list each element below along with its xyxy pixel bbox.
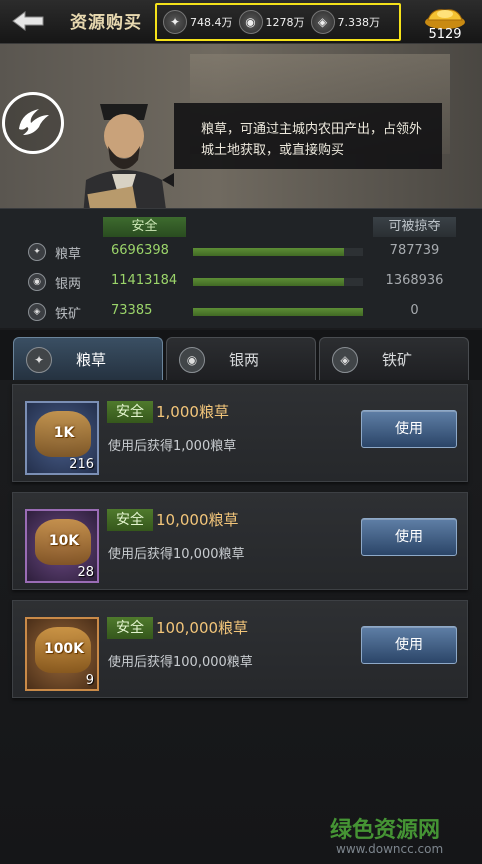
item-name: 1,000粮草 <box>156 403 229 421</box>
tip-bubble: 粮草，可通过主城内农田产出，占领外城土地获取，或直接购买 <box>174 103 442 169</box>
item-description: 使用后获得10,000粮草 <box>108 547 245 562</box>
item-count: 9 <box>85 673 94 688</box>
page-title: 资源购买 <box>70 13 142 33</box>
stat-safe-value: 11413184 <box>111 273 178 288</box>
safe-progress-fill <box>193 308 363 316</box>
safe-progress-fill <box>193 248 345 256</box>
resource-iron-value: 7.338万 <box>337 16 381 29</box>
gold-value: 5129 <box>428 27 462 42</box>
use-button[interactable]: 使用 <box>361 626 457 664</box>
stat-name: 银两 <box>55 277 82 292</box>
resource-silver: ◉ 1278万 <box>238 10 305 34</box>
iron-icon: ◈ <box>28 303 46 321</box>
use-button[interactable]: 使用 <box>361 410 457 448</box>
list-item: 10K 28 安全 10,000粮草 使用后获得10,000粮草 使用 <box>12 492 468 590</box>
list-item: 100K 9 安全 100,000粮草 使用后获得100,000粮草 使用 <box>12 600 468 698</box>
back-arrow-icon <box>12 11 44 31</box>
stat-loot-value: 787739 <box>389 243 440 258</box>
silver-icon: ◉ <box>179 347 205 373</box>
item-description: 使用后获得100,000粮草 <box>108 655 253 670</box>
silver-icon: ◉ <box>28 273 46 291</box>
item-count: 216 <box>69 457 94 472</box>
resource-tabs: ✦ 粮草 ◉ 银两 ◈ 铁矿 <box>0 330 482 380</box>
item-name: 10,000粮草 <box>156 511 239 529</box>
tip-arrow <box>162 173 174 187</box>
item-tag: 10K <box>48 533 80 549</box>
back-button[interactable] <box>6 4 50 38</box>
item-tag: 100K <box>43 641 85 657</box>
stat-safe-value: 73385 <box>111 303 153 318</box>
tab-label: 银两 <box>229 351 260 369</box>
safe-badge: 安全 <box>107 617 153 639</box>
safe-progress-bar <box>193 308 363 316</box>
resource-iron: ◈ 7.338万 <box>310 10 381 34</box>
tab-silver[interactable]: ◉ 银两 <box>166 337 316 380</box>
game-logo <box>2 92 64 154</box>
safe-progress-fill <box>193 278 345 286</box>
stat-name: 粮草 <box>55 247 82 262</box>
grain-icon: ✦ <box>28 243 46 261</box>
stat-loot-value: 1368936 <box>385 273 444 288</box>
safe-badge: 安全 <box>107 401 153 423</box>
item-count: 28 <box>77 565 94 580</box>
item-thumbnail: 10K 28 <box>25 509 99 583</box>
iron-icon: ◈ <box>310 10 335 34</box>
item-tag: 1K <box>53 425 75 441</box>
safe-progress-bar <box>193 278 363 286</box>
use-button[interactable]: 使用 <box>361 518 457 556</box>
resource-summary: ✦ 748.4万 ◉ 1278万 ◈ 7.338万 <box>155 3 401 41</box>
item-name: 100,000粮草 <box>156 619 249 637</box>
top-bar: 资源购买 ✦ 748.4万 ◉ 1278万 ◈ 7.338万 5129 <box>0 0 482 44</box>
safe-header: 安全 <box>103 217 186 237</box>
watermark-name: 绿色资源网 <box>330 818 441 843</box>
tab-label: 粮草 <box>76 351 107 369</box>
tab-iron[interactable]: ◈ 铁矿 <box>319 337 469 380</box>
stat-row-silver: ◉ 银两 11413184 1368936 <box>0 269 482 297</box>
item-thumbnail: 1K 216 <box>25 401 99 475</box>
item-list: 1K 216 安全 1,000粮草 使用后获得1,000粮草 使用 10K 28… <box>0 380 482 864</box>
general-portrait <box>83 104 166 208</box>
wing-logo-icon <box>19 109 49 135</box>
item-description: 使用后获得1,000粮草 <box>108 439 237 454</box>
iron-icon: ◈ <box>332 347 358 373</box>
item-thumbnail: 100K 9 <box>25 617 99 691</box>
tab-label: 铁矿 <box>382 351 413 369</box>
silver-icon: ◉ <box>238 10 263 34</box>
stat-row-iron: ◈ 铁矿 73385 0 <box>0 299 482 327</box>
list-item: 1K 216 安全 1,000粮草 使用后获得1,000粮草 使用 <box>12 384 468 482</box>
resource-stats: 安全 可被掠夺 ✦ 粮草 6696398 787739 ◉ 银两 1141318… <box>0 208 482 328</box>
stat-loot-value: 0 <box>410 303 419 318</box>
safe-badge: 安全 <box>107 509 153 531</box>
stat-safe-value: 6696398 <box>111 243 169 258</box>
resource-grain: ✦ 748.4万 <box>163 10 233 34</box>
stat-row-grain: ✦ 粮草 6696398 787739 <box>0 239 482 267</box>
safe-progress-bar <box>193 248 363 256</box>
gold-display[interactable]: 5129 <box>414 2 476 42</box>
loot-header: 可被掠夺 <box>373 217 456 237</box>
tab-grain[interactable]: ✦ 粮草 <box>13 337 163 380</box>
stat-name: 铁矿 <box>55 307 82 322</box>
resource-silver-value: 1278万 <box>265 16 305 29</box>
grain-icon: ✦ <box>26 347 52 373</box>
grain-icon: ✦ <box>163 10 187 34</box>
resource-grain-value: 748.4万 <box>190 16 233 29</box>
watermark-url: www.downcc.com <box>336 842 444 856</box>
